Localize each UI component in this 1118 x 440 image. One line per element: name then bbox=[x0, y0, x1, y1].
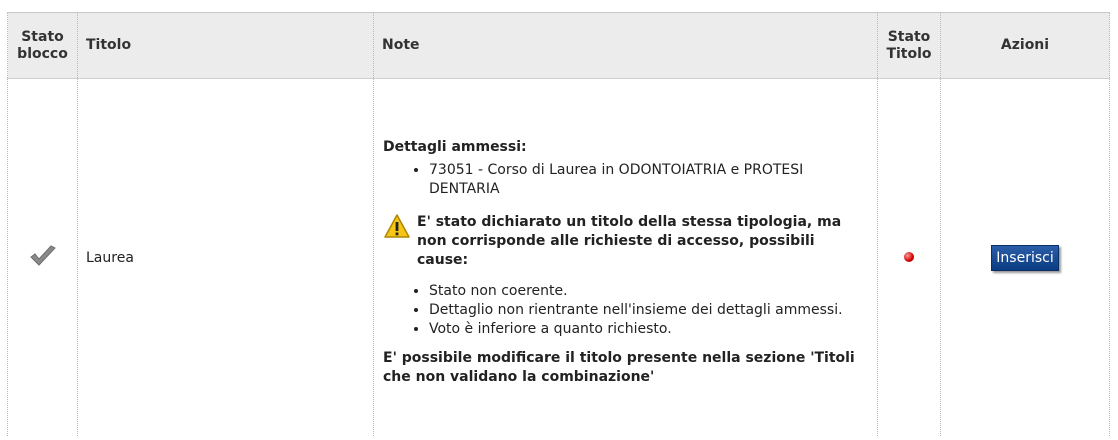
dettagli-heading: Dettagli ammessi: bbox=[383, 139, 527, 155]
cell-azioni: Inserisci bbox=[940, 78, 1110, 436]
list-item: Voto è inferiore a quanto richiesto. bbox=[429, 320, 868, 339]
titles-table-container: Stato blocco Titolo Note Stato Titolo Az… bbox=[7, 12, 1110, 440]
table-header-row: Stato blocco Titolo Note Stato Titolo Az… bbox=[7, 13, 1110, 79]
titles-table: Stato blocco Titolo Note Stato Titolo Az… bbox=[7, 13, 1110, 436]
warning-text: E' stato dichiarato un titolo della stes… bbox=[417, 214, 842, 268]
list-item: 73051 - Corso di Laurea in ODONTOIATRIA … bbox=[429, 161, 868, 199]
header-note: Note bbox=[373, 13, 878, 79]
header-stato-blocco: Stato blocco bbox=[7, 13, 78, 79]
cell-note: Dettagli ammessi: 73051 - Corso di Laure… bbox=[373, 78, 878, 436]
list-item: Dettaglio non rientrante nell'insieme de… bbox=[429, 301, 868, 320]
cell-titolo: Laurea bbox=[77, 78, 374, 436]
inserisci-button[interactable]: Inserisci bbox=[991, 244, 1059, 271]
list-item: Stato non coerente. bbox=[429, 282, 868, 301]
cell-stato-titolo bbox=[877, 78, 941, 436]
header-stato-titolo: Stato Titolo bbox=[877, 13, 941, 79]
dettagli-list: 73051 - Corso di Laurea in ODONTOIATRIA … bbox=[383, 161, 868, 199]
cell-stato-blocco bbox=[7, 78, 78, 436]
red-status-dot-icon bbox=[904, 251, 914, 262]
header-azioni: Azioni bbox=[940, 13, 1110, 79]
warning-block: E' stato dichiarato un titolo della stes… bbox=[383, 213, 868, 270]
table-row: Laurea Dettagli ammessi: 73051 - Corso d… bbox=[7, 78, 1110, 436]
check-icon bbox=[29, 244, 57, 267]
warning-icon bbox=[383, 213, 411, 239]
footer-note: E' possibile modificare il titolo presen… bbox=[383, 350, 855, 385]
cause-list: Stato non coerente. Dettaglio non rientr… bbox=[383, 282, 868, 339]
header-titolo: Titolo bbox=[77, 13, 374, 79]
